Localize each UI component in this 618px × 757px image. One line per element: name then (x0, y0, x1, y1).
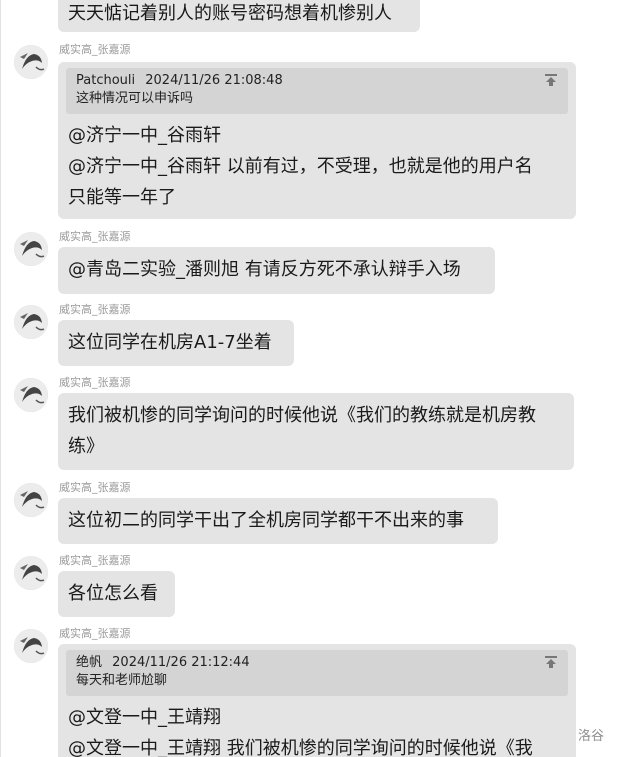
message-text-line: @济宁一中_谷雨轩 以前有过，不受理，也就是他的用户名 (68, 156, 533, 177)
message-bubble[interactable]: @青岛二实验_潘则旭 有请反方死不承认辩手入场 (58, 247, 495, 294)
message-text-line: 练》 (68, 436, 104, 457)
message-text: 天天惦记着别人的账号密码想着机惨别人 (68, 3, 392, 24)
quote-timestamp: 2024/11/26 21:12:44 (112, 655, 250, 670)
avatar[interactable] (14, 556, 48, 590)
message-bubble[interactable]: 各位怎么看 (58, 571, 175, 617)
message-text-line: @济宁一中_谷雨轩 (68, 125, 221, 146)
message-text: 这位初二的同学干出了全机房同学都干不出来的事 (68, 510, 464, 531)
message-bubble[interactable]: 这位同学在机房A1-7坐着 (58, 320, 294, 366)
avatar[interactable] (14, 378, 48, 412)
quote-author: 绝帆 (76, 655, 103, 670)
avatar[interactable] (14, 305, 48, 339)
avatar-ink-portrait-icon (14, 629, 48, 663)
message-text-line: 只能等一年了 (68, 187, 176, 208)
message-text: 各位怎么看 (68, 583, 158, 604)
quote-author: Patchouli (76, 73, 136, 88)
avatar[interactable] (14, 232, 48, 266)
message-bubble[interactable]: 我们被机惨的同学询问的时候他说《我们的教练就是机房教 练》 (58, 393, 574, 470)
message-text: 这位同学在机房A1-7坐着 (68, 332, 272, 353)
quote-timestamp: 2024/11/26 21:08:48 (145, 73, 283, 88)
sender-name[interactable]: 威实高_张嘉源 (59, 43, 131, 57)
message-text-line: @文登一中_王靖翔 (68, 707, 221, 728)
avatar-ink-portrait-icon (14, 232, 48, 266)
avatar-ink-portrait-icon (14, 483, 48, 517)
sender-name[interactable]: 威实高_张嘉源 (59, 230, 131, 244)
message-bubble[interactable]: 天天惦记着别人的账号密码想着机惨别人 (58, 0, 420, 32)
message-text: @青岛二实验_潘则旭 有请反方死不承认辩手入场 (68, 259, 461, 280)
sender-name[interactable]: 威实高_张嘉源 (59, 554, 131, 568)
sender-name[interactable]: 威实高_张嘉源 (59, 303, 131, 317)
sender-name[interactable]: 威实高_张嘉源 (59, 481, 131, 495)
message-bubble[interactable]: Patchouli 2024/11/26 21:08:48 这种情况可以申诉吗 … (58, 62, 576, 219)
avatar[interactable] (14, 629, 48, 663)
pin-top-icon[interactable] (544, 655, 558, 669)
avatar-ink-portrait-icon (14, 305, 48, 339)
avatar[interactable] (14, 45, 48, 79)
quote-text: 每天和老师尬聊 (76, 673, 168, 688)
avatar[interactable] (14, 483, 48, 517)
avatar-ink-portrait-icon (14, 378, 48, 412)
message-text-line: 我们被机惨的同学询问的时候他说《我们的教练就是机房教 (68, 405, 536, 426)
chat-panel: 天天惦记着别人的账号密码想着机惨别人 威实高_张嘉源 Patchouli 202… (0, 0, 618, 757)
quote-text: 这种情况可以申诉吗 (76, 91, 194, 106)
message-bubble[interactable]: 绝帆 2024/11/26 21:12:44 每天和老师尬聊 @文登一中_王靖翔… (58, 644, 576, 757)
pin-top-icon[interactable] (544, 73, 558, 87)
watermark: 洛谷 (577, 729, 604, 744)
message-bubble[interactable]: 这位初二的同学干出了全机房同学都干不出来的事 (58, 498, 498, 544)
avatar-ink-portrait-icon (14, 45, 48, 79)
sender-name[interactable]: 威实高_张嘉源 (59, 376, 131, 390)
quoted-message[interactable]: Patchouli 2024/11/26 21:08:48 这种情况可以申诉吗 (66, 68, 568, 114)
sender-name[interactable]: 威实高_张嘉源 (59, 627, 131, 641)
avatar-ink-portrait-icon (14, 556, 48, 590)
message-text-line: @文登一中_王靖翔 我们被机惨的同学询问的时候他说《我 (68, 738, 533, 757)
quoted-message[interactable]: 绝帆 2024/11/26 21:12:44 每天和老师尬聊 (66, 650, 568, 696)
